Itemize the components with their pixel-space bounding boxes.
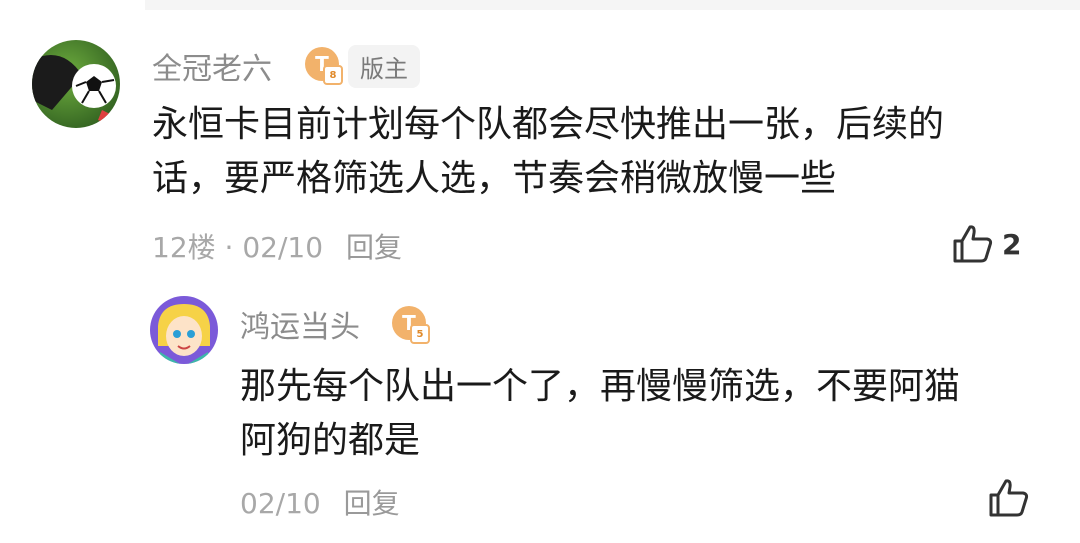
top-divider [145, 0, 1080, 10]
like-button[interactable] [988, 478, 1038, 518]
comment-content-line: 永恒卡目前计划每个队都会尽快推出一张，后续的 [152, 104, 945, 145]
level-number: 5 [410, 324, 430, 344]
reply-meta: 02/10 回复 [240, 482, 400, 522]
comment-content[interactable]: 永恒卡目前计划每个队都会尽快推出一张，后续的 话，要严格筛选人选，节奏会稍微放慢… [152, 98, 944, 206]
thumbs-up-icon [989, 479, 1029, 517]
level-number: 8 [323, 65, 343, 85]
reply-content[interactable]: 那先每个队出一个了，再慢慢筛选，不要阿猫 阿狗的都是 [240, 360, 960, 468]
reply-username[interactable]: 鸿运当头 [240, 302, 360, 346]
comment-meta: 12楼 · 02/10 回复 [152, 226, 402, 266]
floor-number: 12楼 [152, 231, 216, 264]
like-button[interactable]: 2 [952, 224, 1021, 264]
reply-content-line: 那先每个队出一个了，再慢慢筛选，不要阿猫 [240, 366, 961, 407]
thumbs-up-icon [953, 225, 993, 263]
meta-separator: · [224, 231, 234, 264]
soccer-avatar-icon[interactable] [32, 40, 120, 128]
reply-button[interactable]: 回复 [344, 487, 400, 520]
reply-date: 02/10 [240, 487, 321, 520]
moderator-tag: 版主 [348, 45, 420, 88]
comment-content-line: 话，要严格筛选人选，节奏会稍微放慢一些 [152, 158, 837, 199]
level-badge: T 5 [392, 306, 430, 344]
cartoon-avatar-icon[interactable] [150, 296, 218, 364]
comment-username[interactable]: 全冠老六 [152, 44, 272, 88]
comment-date: 02/10 [242, 231, 324, 264]
reply-button[interactable]: 回复 [346, 231, 402, 264]
reply-content-line: 阿狗的都是 [240, 420, 421, 461]
like-count: 2 [1002, 227, 1022, 261]
level-badge: T 8 [305, 47, 343, 85]
